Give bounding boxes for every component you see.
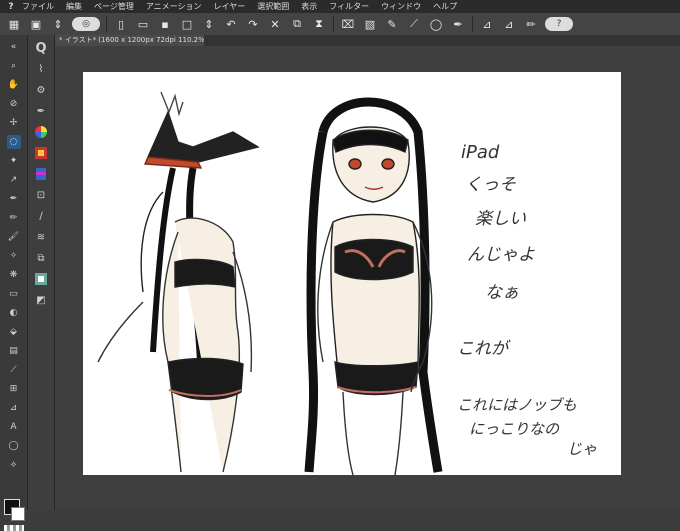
color-slider-icon[interactable] — [33, 166, 49, 182]
spoit-icon[interactable]: ↗ — [7, 173, 21, 187]
zoom-icon[interactable]: ⌕ — [7, 59, 21, 73]
correction-icon[interactable]: ⟡ — [7, 458, 21, 472]
hand-icon[interactable]: ✋ — [7, 78, 21, 92]
handwriting-line-6: これが — [457, 339, 508, 359]
figure-icon[interactable]: ⟋ — [7, 363, 21, 377]
transform-icon[interactable]: ⧉ — [289, 16, 305, 32]
menu-page[interactable]: ページ管理 — [94, 1, 134, 12]
arrows-updown-icon-2[interactable]: ⇕ — [201, 16, 217, 32]
handwriting-line-1: iPad — [461, 142, 500, 163]
move-icon[interactable]: ✢ — [7, 116, 21, 130]
menu-window[interactable]: ウィンドウ — [381, 1, 421, 12]
tool-palette: « ⌕ ✋ ⊘ ✢ ◌ ✦ ↗ ✒ ✏ 🖌 ✧ ❋ ▭ ◐ ⬙ ▤ ⟋ ⊞ ⊿ … — [0, 35, 28, 531]
brush-tool-icon[interactable]: 🖌 — [7, 230, 21, 244]
ruler-icon[interactable]: ⊿ — [479, 16, 495, 32]
text-icon[interactable]: A — [7, 420, 21, 434]
navigator-icon[interactable]: ⊡ — [33, 187, 49, 203]
material-icon[interactable] — [33, 271, 49, 287]
fill-tool-icon[interactable]: ⬙ — [7, 325, 21, 339]
menu-filter[interactable]: フィルター — [329, 1, 369, 12]
save-icon[interactable]: ▪ — [157, 16, 173, 32]
pencil-tool-icon[interactable]: ✏ — [7, 211, 21, 225]
separator — [106, 16, 107, 32]
back-view-figure — [97, 91, 260, 473]
color-wheel-icon[interactable] — [33, 124, 49, 140]
gradient-icon[interactable]: ▤ — [7, 344, 21, 358]
menu-selection[interactable]: 選択範囲 — [257, 1, 289, 12]
sub-tool-palette: Q ⌇ ⚙ ✒ ⊡ ∕ ≋ ⧉ ◩ — [28, 35, 55, 510]
blend-icon[interactable]: ◐ — [7, 306, 21, 320]
auto-select-icon[interactable]: ✦ — [7, 154, 21, 168]
line-icon[interactable]: ⟋ — [406, 16, 422, 32]
handwriting-line-2: くっそ — [465, 175, 516, 195]
lasso-icon[interactable]: ◯ — [428, 16, 444, 32]
open-folder-icon[interactable]: ▭ — [135, 16, 151, 32]
document-tab[interactable]: * イラスト* (1600 x 1200px 72dpi 110.2%) — [55, 35, 204, 46]
settings-icon[interactable]: ⚙ — [33, 82, 49, 98]
airbrush-icon[interactable]: ✧ — [7, 249, 21, 263]
handwriting-line-8: にっこりなの — [469, 420, 560, 438]
search-icon[interactable]: Q — [33, 40, 49, 56]
help-button[interactable]: ? — [545, 17, 573, 31]
menu-bar: ? ファイル 編集 ページ管理 アニメーション レイヤー 選択範囲 表示 フィル… — [0, 0, 680, 13]
handwriting-line-7: これにはノッブも — [457, 396, 577, 414]
color-set-icon[interactable] — [33, 145, 49, 161]
menu-edit[interactable]: 編集 — [66, 1, 82, 12]
brush-size-icon[interactable]: ∕ — [33, 208, 49, 224]
handwriting-line-9: じゃ — [567, 440, 598, 458]
redo-icon[interactable]: ↷ — [245, 16, 261, 32]
menu-help[interactable]: ヘルプ — [433, 1, 457, 12]
sub-color-swatch[interactable] — [11, 507, 25, 521]
arrows-updown-icon[interactable]: ⇕ — [50, 16, 66, 32]
color-square-icon[interactable]: □ — [179, 16, 195, 32]
menu-animation[interactable]: アニメーション — [146, 1, 202, 12]
decoration-icon[interactable]: ❋ — [7, 268, 21, 282]
handwriting-line-5: なぁ — [485, 283, 519, 303]
clear-icon[interactable]: ✕ — [267, 16, 283, 32]
undo-icon[interactable]: ↶ — [223, 16, 239, 32]
grid-icon[interactable]: ▦ — [6, 16, 22, 32]
layers-icon[interactable]: ≋ — [33, 229, 49, 245]
balloon-icon[interactable]: ◯ — [7, 439, 21, 453]
eyedropper-icon[interactable]: ⊘ — [7, 97, 21, 111]
frame-icon[interactable]: ⊞ — [7, 382, 21, 396]
crop-icon[interactable]: ⌧ — [340, 16, 356, 32]
collapse-icon[interactable]: « — [7, 40, 21, 54]
canvas-paper[interactable]: iPad くっそ 楽しい んじゃよ なぁ これが これにはノッブも にっこりなの… — [83, 72, 621, 475]
canvas-area[interactable]: iPad くっそ 楽しい んじゃよ なぁ これが これにはノッブも にっこりなの… — [55, 46, 680, 510]
handwriting-line-4: んじゃよ — [467, 245, 535, 265]
separator-2 — [333, 16, 334, 32]
pen-subtool-icon[interactable]: ✒ — [33, 103, 49, 119]
brush-settings-icon[interactable]: ✎ — [384, 16, 400, 32]
fill-icon[interactable]: ▧ — [362, 16, 378, 32]
ruler-icon-2[interactable]: ⊿ — [501, 16, 517, 32]
pen-icon[interactable]: ✒ — [450, 16, 466, 32]
history-icon[interactable]: ◩ — [33, 292, 49, 308]
pencil-icon[interactable]: ✏ — [523, 16, 539, 32]
menu-layer[interactable]: レイヤー — [214, 1, 246, 12]
new-file-icon[interactable]: ▯ — [113, 16, 129, 32]
handwriting-line-3: 楽しい — [475, 209, 526, 229]
lasso-subtool-icon[interactable]: ⌇ — [33, 61, 49, 77]
command-bar: ▦ ▣ ⇕ ◎ ▯ ▭ ▪ □ ⇕ ↶ ↷ ✕ ⧉ ⧗ ⌧ ▧ ✎ ⟋ ◯ ✒ … — [0, 13, 680, 36]
pen-tool-icon[interactable]: ✒ — [7, 192, 21, 206]
app-logo-icon[interactable]: ? — [0, 2, 22, 12]
document-tab-bar: * イラスト* (1600 x 1200px 72dpi 110.2%) — [55, 35, 680, 46]
front-view-figure — [304, 97, 443, 475]
separator-3 — [472, 16, 473, 32]
lasso-tool-icon[interactable]: ◌ — [6, 135, 21, 149]
transparent-color-swatch[interactable] — [4, 525, 24, 531]
quick-access-button[interactable]: ◎ — [72, 17, 100, 31]
layer-property-icon[interactable]: ⧉ — [33, 250, 49, 266]
new-window-icon[interactable]: ▣ — [28, 16, 44, 32]
hourglass-icon[interactable]: ⧗ — [311, 16, 327, 32]
eraser-icon[interactable]: ▭ — [7, 287, 21, 301]
ruler-tool-icon[interactable]: ⊿ — [7, 401, 21, 415]
menu-view[interactable]: 表示 — [301, 1, 317, 12]
menu-file[interactable]: ファイル — [22, 1, 54, 12]
